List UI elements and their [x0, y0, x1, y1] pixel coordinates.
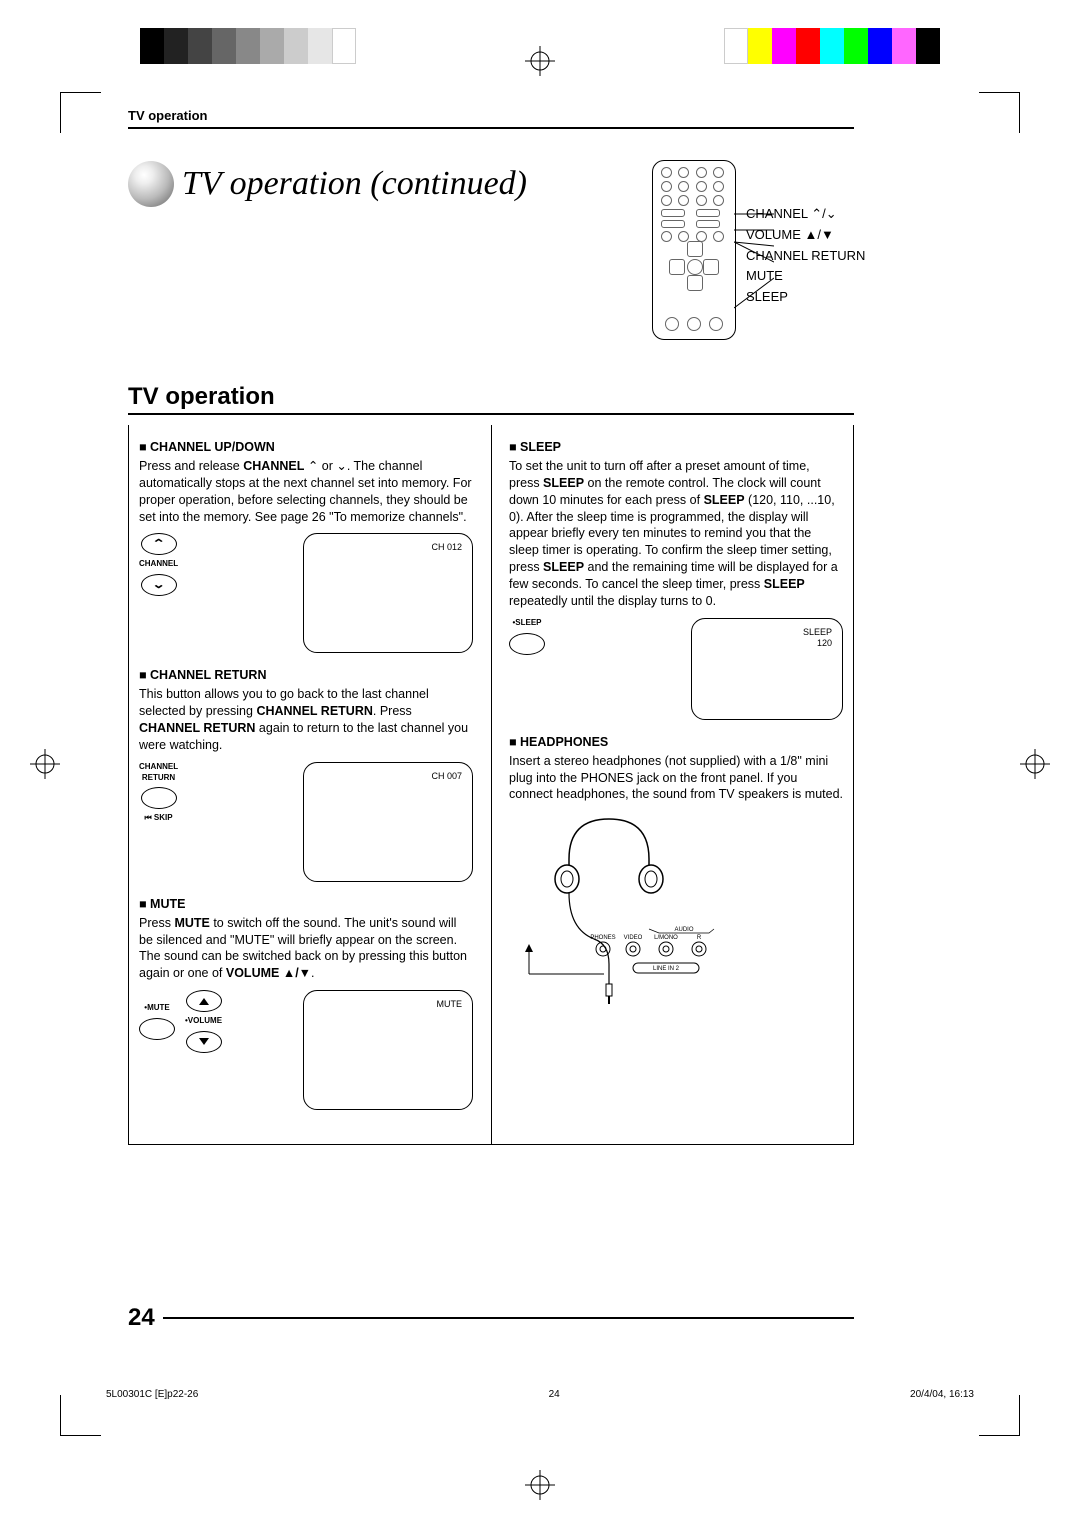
- body-text: This button allows you to go back to the…: [139, 686, 473, 754]
- section-rule: [128, 413, 854, 415]
- footer-left: 5L00301C [E]p22-26: [106, 1389, 198, 1400]
- channel-return-button-icon: CHANNEL RETURN ⏮ SKIP: [139, 762, 178, 824]
- crop-mark: [60, 1395, 101, 1436]
- crop-mark: [979, 1395, 1020, 1436]
- remote-illustration: [652, 160, 736, 340]
- sub-heading: CHANNEL UP/DOWN: [139, 439, 473, 456]
- running-header: TV operation: [128, 108, 952, 123]
- registration-mark-icon: [525, 1470, 555, 1500]
- mute-volume-buttons-icon: •MUTE •VOLUME: [139, 990, 222, 1053]
- tv-screen-icon: MUTE: [303, 990, 473, 1110]
- channel-buttons-icon: ⌃ CHANNEL ⌄: [139, 533, 178, 596]
- headphone-illustration: PHONES VIDEO L/MONO AUDIO R: [509, 809, 759, 1009]
- svg-text:R: R: [697, 935, 702, 941]
- section-heading: TV operation: [128, 383, 952, 411]
- remote-label-mute: MUTE: [746, 266, 865, 287]
- sphere-bullet-icon: [128, 161, 174, 207]
- remote-label-channel: CHANNEL ⌃/⌄: [746, 204, 865, 225]
- registration-mark-icon: [30, 749, 60, 779]
- remote-label-volume: VOLUME ▲/▼: [746, 225, 865, 246]
- svg-text:PHONES: PHONES: [590, 935, 615, 941]
- header-rule: [128, 127, 854, 129]
- svg-text:AUDIO: AUDIO: [674, 927, 693, 933]
- remote-callout: CHANNEL ⌃/⌄ VOLUME ▲/▼ CHANNEL RETURN MU…: [652, 160, 952, 340]
- footer-meta: 5L00301C [E]p22-26 24 20/4/04, 16:13: [106, 1389, 974, 1400]
- body-text: To set the unit to turn off after a pres…: [509, 458, 843, 610]
- sleep-button-icon: •SLEEP: [509, 618, 545, 655]
- print-registration-top: [0, 28, 1080, 74]
- sub-heading: HEADPHONES: [509, 734, 843, 751]
- body-text: Press MUTE to switch off the sound. The …: [139, 915, 473, 983]
- svg-text:LINE IN 2: LINE IN 2: [653, 966, 680, 972]
- tv-screen-icon: CH 007: [303, 762, 473, 882]
- footer-right: 20/4/04, 16:13: [910, 1389, 974, 1400]
- body-text: Press and release CHANNEL ⌃ or ⌄. The ch…: [139, 458, 473, 526]
- page-number: 24: [128, 1304, 155, 1332]
- sub-heading: SLEEP: [509, 439, 843, 456]
- remote-label-return: CHANNEL RETURN: [746, 246, 865, 267]
- page-number-rule: [163, 1317, 854, 1319]
- sub-heading: MUTE: [139, 896, 473, 913]
- page-title: TV operation (continued): [182, 165, 527, 203]
- crop-mark: [60, 92, 101, 133]
- crop-mark: [979, 92, 1020, 133]
- body-text: Insert a stereo headphones (not supplied…: [509, 753, 843, 804]
- registration-mark-icon: [525, 46, 555, 76]
- tv-screen-icon: SLEEP120: [691, 618, 843, 720]
- sub-heading: CHANNEL RETURN: [139, 667, 473, 684]
- tv-screen-icon: CH 012: [303, 533, 473, 653]
- remote-label-sleep: SLEEP: [746, 287, 865, 308]
- registration-mark-icon: [1020, 749, 1050, 779]
- svg-text:VIDEO: VIDEO: [624, 935, 643, 941]
- footer-center: 24: [549, 1389, 560, 1400]
- svg-text:L/MONO: L/MONO: [654, 935, 678, 941]
